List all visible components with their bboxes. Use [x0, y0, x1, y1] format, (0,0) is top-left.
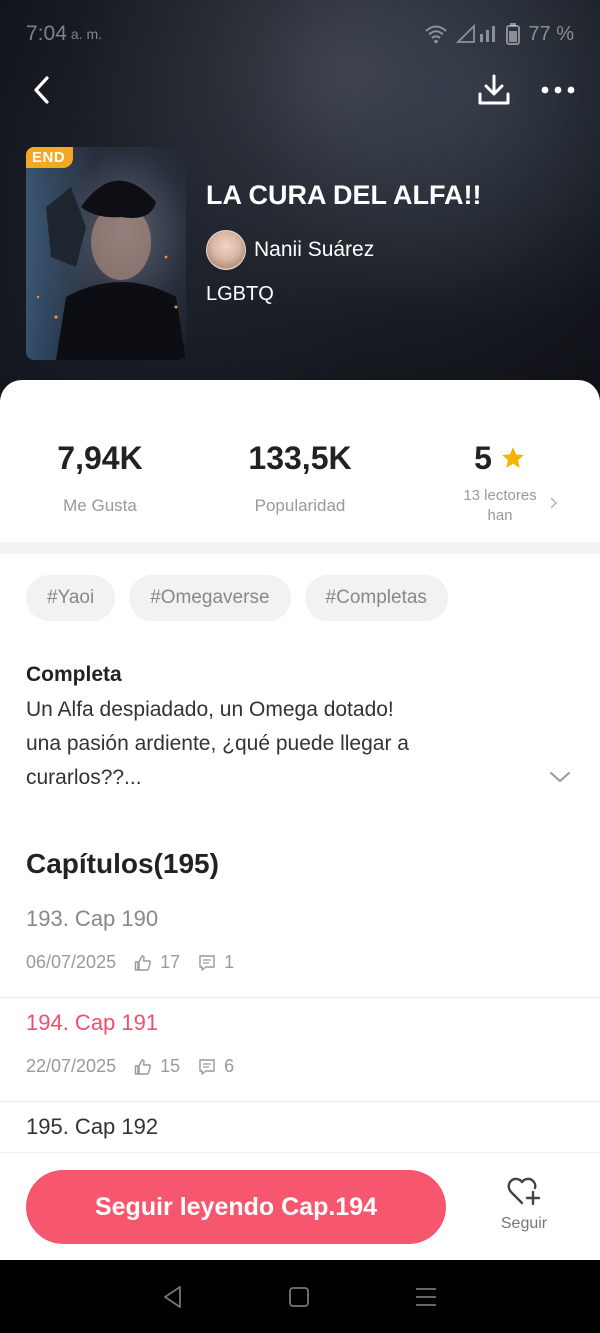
download-icon	[478, 74, 510, 105]
wifi-icon	[425, 25, 448, 44]
back-icon	[34, 76, 49, 104]
nav-menu-icon[interactable]	[414, 1286, 438, 1308]
chapter-date: 06/07/2025	[26, 952, 117, 972]
tag-chip[interactable]: #Completas	[304, 575, 448, 621]
chapter-meta: 06/07/2025 17 1	[26, 952, 234, 973]
section-divider	[0, 542, 600, 554]
back-button[interactable]	[20, 68, 64, 112]
follow-label: Seguir	[500, 1215, 548, 1232]
nav-back-icon[interactable]	[162, 1285, 184, 1309]
author-name: Nanii Suárez	[254, 238, 375, 261]
genre-label[interactable]: LGBTQ	[206, 283, 274, 306]
star-icon	[502, 447, 524, 468]
synopsis-line: Un Alfa despiadado, un Omega dotado!	[26, 698, 394, 721]
chapter-title: 193. Cap 190	[26, 906, 159, 931]
book-cover	[26, 147, 186, 360]
chapter-meta: 22/07/2025 15 6	[26, 1056, 234, 1077]
synopsis-text: Un Alfa despiadado, un Omega dotado! una…	[26, 693, 546, 795]
tag-list: #Yaoi #Omegaverse #Completas	[26, 575, 448, 621]
stats-row: 7,94K Me Gusta 133,5K Popularidad 5 13 l…	[0, 440, 600, 540]
chapter-row[interactable]: 193. Cap 190 06/07/2025 17 1	[0, 894, 600, 998]
popularity-value: 133,5K	[248, 439, 352, 476]
chevron-down-icon	[550, 772, 570, 783]
comment-icon	[199, 1058, 215, 1075]
synopsis-line: una pasión ardiente, ¿qué puede llegar a	[26, 732, 409, 755]
tag-chip[interactable]: #Omegaverse	[129, 575, 291, 621]
comment-icon	[199, 954, 215, 971]
details-card: 7,94K Me Gusta 133,5K Popularidad 5 13 l…	[0, 380, 600, 1260]
book-title: LA CURA DEL ALFA!!	[206, 180, 482, 210]
top-bar	[20, 66, 580, 114]
rating-label-line2: han	[487, 507, 513, 524]
avatar	[206, 230, 246, 270]
system-nav-bar	[0, 1260, 600, 1333]
completion-status: Completa	[26, 663, 122, 686]
nav-home-icon[interactable]	[288, 1286, 310, 1308]
follow-button[interactable]: Seguir	[480, 1175, 568, 1233]
status-ampm: a. m.	[70, 26, 102, 42]
likes-value: 7,94K	[57, 439, 143, 476]
stat-rating[interactable]: 5 13 lectores han	[400, 440, 600, 540]
popularity-label: Popularidad	[254, 496, 346, 515]
stat-popularity: 133,5K Popularidad	[200, 440, 400, 540]
end-badge: END	[26, 147, 74, 168]
battery-percent: 77 %	[528, 22, 574, 45]
chevron-right-icon	[550, 497, 557, 509]
stat-likes: 7,94K Me Gusta	[0, 440, 200, 540]
more-icon	[541, 86, 575, 94]
chapters-header[interactable]: Capítulos(195)	[26, 848, 219, 880]
chapter-title: 195. Cap 192	[26, 1114, 159, 1139]
chapter-date: 22/07/2025	[26, 1056, 117, 1076]
author-link[interactable]: Nanii Suárez	[206, 230, 374, 270]
chapter-row[interactable]: 194. Cap 191 22/07/2025 15 6	[0, 998, 600, 1102]
more-button[interactable]	[536, 68, 580, 112]
rating-label-line1: 13 lectores	[463, 487, 537, 504]
thumbs-up-icon	[134, 1058, 151, 1075]
chapter-title: 194. Cap 191	[26, 1010, 159, 1035]
thumbs-up-icon	[134, 954, 151, 971]
bottom-action-bar: Seguir leyendo Cap.194 Seguir	[0, 1152, 600, 1260]
expand-description-button[interactable]	[548, 770, 572, 789]
synopsis-line: curarlos??...	[26, 766, 142, 789]
heart-plus-icon	[507, 1177, 541, 1206]
chapter-comments: 6	[224, 1056, 235, 1076]
battery-icon	[506, 23, 521, 45]
status-time: 7:04	[26, 22, 67, 45]
download-button[interactable]	[472, 68, 516, 112]
likes-label: Me Gusta	[63, 496, 137, 515]
description: Completa Un Alfa despiadado, un Omega do…	[26, 663, 546, 795]
chapter-comments: 1	[224, 952, 235, 972]
continue-reading-button[interactable]: Seguir leyendo Cap.194	[26, 1170, 446, 1244]
signal-icon	[456, 24, 496, 43]
chapter-likes: 15	[160, 1056, 181, 1076]
tag-chip[interactable]: #Yaoi	[26, 575, 116, 621]
chapter-likes: 17	[160, 952, 181, 972]
rating-value: 5	[474, 439, 492, 476]
status-bar: 7:04 a. m. 77 %	[26, 20, 574, 48]
